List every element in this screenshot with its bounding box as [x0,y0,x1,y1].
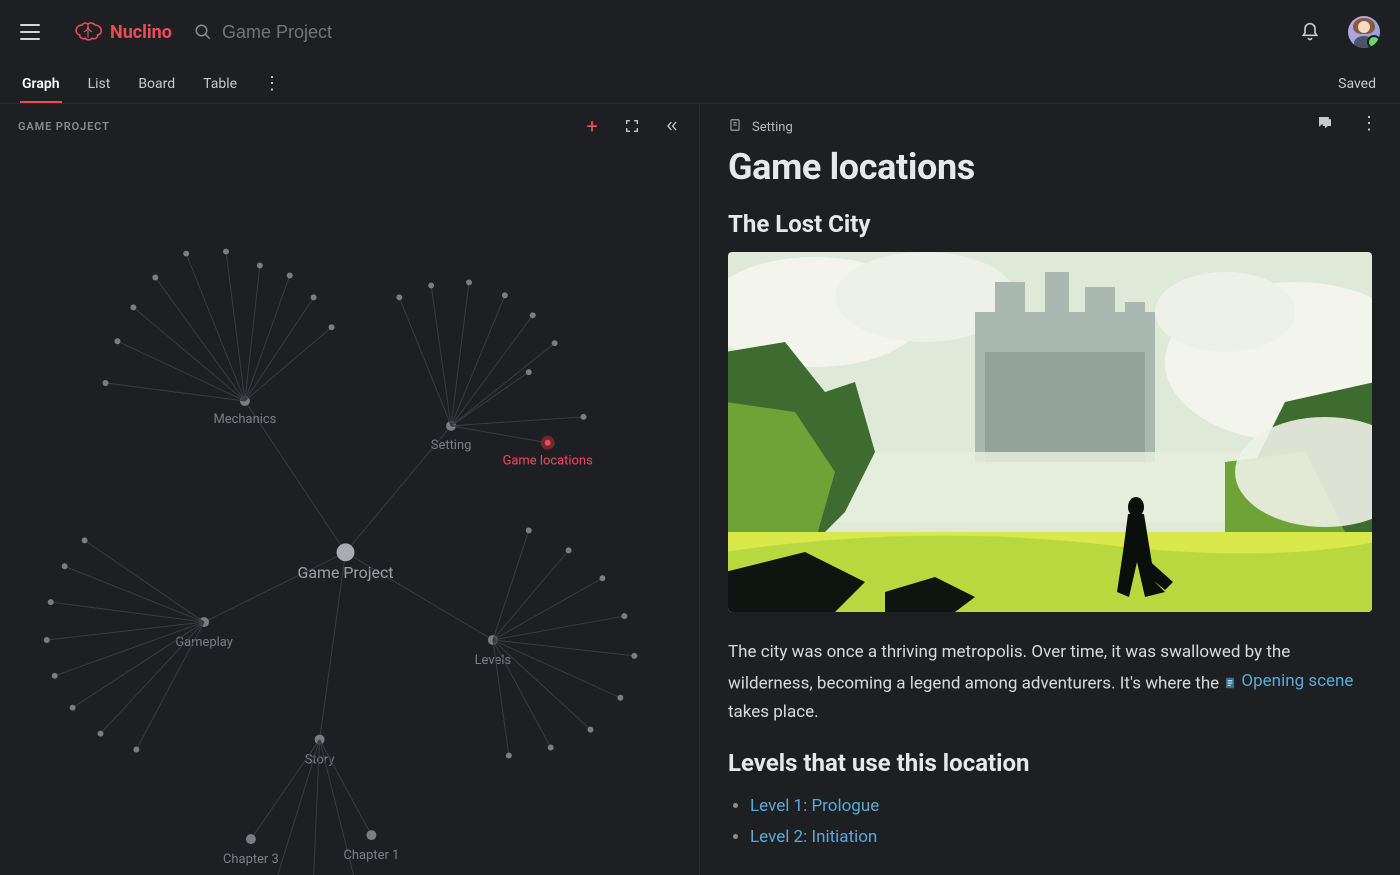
link-level-1[interactable]: Level 1: Prologue [750,796,879,816]
graph-panel: GAME PROJECT + Game Pro [0,104,700,875]
fullscreen-button[interactable] [623,117,641,135]
view-tabs: Graph List Board Table ⋮ Saved [0,64,1400,104]
heading-levels[interactable]: Levels that use this location [728,749,1372,777]
svg-text:Chapter 1: Chapter 1 [344,848,400,863]
heading-lost-city[interactable]: The Lost City [728,210,1372,238]
location-hero-image[interactable] [728,252,1372,612]
search-box[interactable] [194,22,1300,43]
levels-list: Level 1: Prologue Level 2: Initiation [728,791,1372,852]
graph-selected-label: Game locations [503,454,593,469]
document-body[interactable]: The city was once a thriving metropolis.… [728,638,1372,727]
document-panel: ⋮ Setting Game locations The Lost City [700,104,1400,875]
svg-text:Levels: Levels [475,653,512,668]
comments-button[interactable] [1316,114,1334,132]
svg-text:Setting: Setting [431,438,472,453]
page-icon [1223,676,1237,690]
tab-list[interactable]: List [86,66,113,102]
comment-icon [1316,114,1334,132]
inline-link-opening-scene[interactable]: Opening scene [1223,667,1353,696]
collapse-panel-button[interactable] [663,117,681,135]
save-status: Saved [1338,76,1376,92]
workspace-breadcrumb[interactable]: GAME PROJECT [18,120,583,133]
graph-canvas[interactable]: Game Project Mechanics [0,148,699,875]
tab-more-button[interactable]: ⋮ [263,75,281,93]
body-text-post: takes place. [728,702,819,722]
document-breadcrumb[interactable]: Setting [752,120,793,135]
svg-text:Gameplay: Gameplay [175,635,233,650]
graph-center-label: Game Project [298,563,394,582]
brain-icon [74,20,102,44]
user-avatar[interactable] [1348,16,1380,48]
app-name: Nuclino [110,22,172,43]
tab-board[interactable]: Board [136,66,177,102]
document-more-button[interactable]: ⋮ [1360,114,1378,132]
search-icon [194,23,212,41]
tab-table[interactable]: Table [201,66,239,102]
add-node-button[interactable]: + [583,117,601,135]
graph-panel-header: GAME PROJECT + [0,104,699,148]
notifications-icon[interactable] [1300,22,1320,42]
svg-text:Mechanics: Mechanics [214,412,277,427]
menu-toggle-button[interactable] [20,20,44,44]
topbar: Nuclino [0,0,1400,64]
search-input[interactable] [222,22,622,43]
tab-graph[interactable]: Graph [20,66,62,102]
svg-text:Chapter 3: Chapter 3 [223,852,279,867]
body-text-pre: The city was once a thriving metropolis.… [728,642,1290,693]
document-icon [728,118,742,136]
app-logo[interactable]: Nuclino [74,20,172,44]
document-title[interactable]: Game locations [728,146,1372,188]
link-level-2[interactable]: Level 2: Initiation [750,827,877,847]
graph-node-game-locations[interactable] [543,438,553,448]
